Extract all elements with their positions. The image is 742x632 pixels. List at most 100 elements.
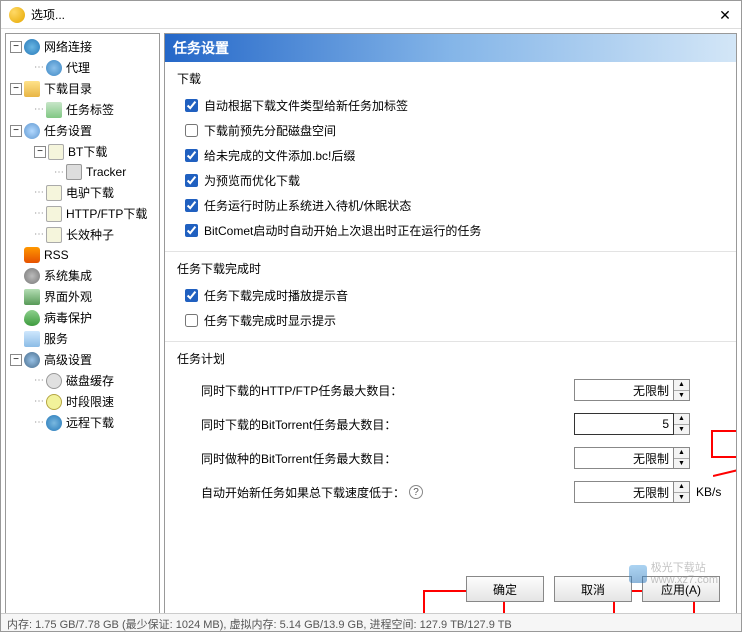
tree-timelimit[interactable]: ⋯ 时段限速 [6,391,159,412]
chk-bcext[interactable] [185,149,198,162]
page-icon [48,144,64,160]
tree-downloaddir[interactable]: − 下载目录 [6,78,159,99]
spinner[interactable]: ▲▼ [674,379,690,401]
field-seed-max-label: 同时做种的BitTorrent任务最大数目： [201,450,396,467]
chk-sound[interactable] [185,289,198,302]
close-button[interactable]: ✕ [715,5,735,25]
tree-label: 病毒保护 [44,309,92,326]
spinner[interactable]: ▲▼ [674,447,690,469]
chk-label: 自动根据下载文件类型给新任务加标签 [204,97,408,114]
tree-emule[interactable]: ⋯ 电驴下载 [6,182,159,203]
chk-autostart[interactable] [185,224,198,237]
tree-tracker[interactable]: ⋯ Tracker [6,162,159,182]
ok-button[interactable]: 确定 [466,576,544,602]
page-icon [46,185,62,201]
spin-up-icon[interactable]: ▲ [674,482,689,493]
spin-down-icon[interactable]: ▼ [674,391,689,401]
titlebar: 选项... ✕ [1,1,741,29]
tree-advanced[interactable]: − 高级设置 [6,349,159,370]
tree-skin[interactable]: 界面外观 [6,286,159,307]
spin-down-icon[interactable]: ▼ [674,493,689,503]
tree-tasksettings[interactable]: − 任务设置 [6,120,159,141]
chk-tip[interactable] [185,314,198,327]
chk-nosleep[interactable] [185,199,198,212]
skin-icon [24,289,40,305]
field-http-max-label: 同时下载的HTTP/FTP任务最大数目： [201,382,402,399]
chk-label: 任务下载完成时播放提示音 [204,287,348,304]
tasks-icon [24,123,40,139]
content-title: 任务设置 [165,34,736,62]
tree-cache[interactable]: ⋯ 磁盘缓存 [6,370,159,391]
tree-rss[interactable]: RSS [6,245,159,265]
collapse-icon[interactable]: − [10,83,22,95]
collapse-icon[interactable]: − [10,354,22,366]
cancel-button[interactable]: 取消 [554,576,632,602]
tree-label: 界面外观 [44,288,92,305]
tree-label: 网络连接 [44,38,92,55]
unit-kbs: KB/s [696,485,724,499]
tree-label: 代理 [66,59,90,76]
chk-autotag[interactable] [185,99,198,112]
app-icon [9,7,25,23]
field-seed-max-input[interactable] [574,447,674,469]
field-bt-max-label: 同时下载的BitTorrent任务最大数目： [201,416,396,433]
chk-label: 任务下载完成时显示提示 [204,312,336,329]
tree-httpftp[interactable]: ⋯ HTTP/FTP下载 [6,203,159,224]
collapse-icon[interactable]: − [10,125,22,137]
tree-label: 电驴下载 [66,184,114,201]
info-icon[interactable]: ? [409,485,423,499]
tree-label: BT下载 [68,143,107,160]
collapse-icon[interactable]: − [34,146,46,158]
spin-up-icon[interactable]: ▲ [674,380,689,391]
service-icon [24,331,40,347]
rss-icon [24,247,40,263]
tree-label: 磁盘缓存 [66,372,114,389]
spinner[interactable]: ▲▼ [674,481,690,503]
tree-label: HTTP/FTP下载 [66,205,147,222]
tree-service[interactable]: 服务 [6,328,159,349]
advanced-icon [24,352,40,368]
spinner[interactable]: ▲▼ [674,413,690,435]
tree-label: 远程下载 [66,414,114,431]
remote-icon [46,415,62,431]
tree-label: 任务标签 [66,101,114,118]
tree-label: 下载目录 [44,80,92,97]
chk-label: 任务运行时防止系统进入待机/休眠状态 [204,197,411,214]
section-completion-label: 任务下载完成时 [177,260,724,277]
section-plan-label: 任务计划 [177,350,724,367]
tree-label: 时段限速 [66,393,114,410]
spin-down-icon[interactable]: ▼ [674,425,689,435]
window-title: 选项... [31,6,65,23]
tree-longseed[interactable]: ⋯ 长效种子 [6,224,159,245]
folder-icon [24,81,40,97]
tree-label: 任务设置 [44,122,92,139]
section-download-label: 下载 [177,70,724,87]
tree-label: Tracker [86,165,126,179]
gears-icon [24,268,40,284]
tree-proxy[interactable]: ⋯ 代理 [6,57,159,78]
spin-up-icon[interactable]: ▲ [674,448,689,459]
tree-virus[interactable]: 病毒保护 [6,307,159,328]
chk-label: 为预览而优化下载 [204,172,300,189]
clock-icon [46,394,62,410]
chk-label: BitComet启动时自动开始上次退出时正在运行的任务 [204,222,481,239]
tree-integration[interactable]: 系统集成 [6,265,159,286]
field-autostart-speed-label: 自动开始新任务如果总下载速度低于： [201,484,405,501]
tree-tasktag[interactable]: ⋯ 任务标签 [6,99,159,120]
spin-down-icon[interactable]: ▼ [674,459,689,469]
sidebar-tree: − 网络连接 ⋯ 代理 − 下载目录 ⋯ 任务标签 − [5,33,160,615]
tree-remote[interactable]: ⋯ 远程下载 [6,412,159,433]
field-http-max-input[interactable] [574,379,674,401]
chk-label: 给未完成的文件添加.bc!后缀 [204,147,355,164]
chk-label: 下载前预先分配磁盘空间 [204,122,336,139]
field-autostart-speed-input[interactable] [574,481,674,503]
apply-button[interactable]: 应用(A) [642,576,720,602]
tree-network[interactable]: − 网络连接 [6,36,159,57]
chk-prealloc[interactable] [185,124,198,137]
spin-up-icon[interactable]: ▲ [674,414,689,425]
chk-preview[interactable] [185,174,198,187]
tree-btdownload[interactable]: − BT下载 [6,141,159,162]
field-bt-max-input[interactable] [574,413,674,435]
collapse-icon[interactable]: − [10,41,22,53]
globe-icon [24,39,40,55]
